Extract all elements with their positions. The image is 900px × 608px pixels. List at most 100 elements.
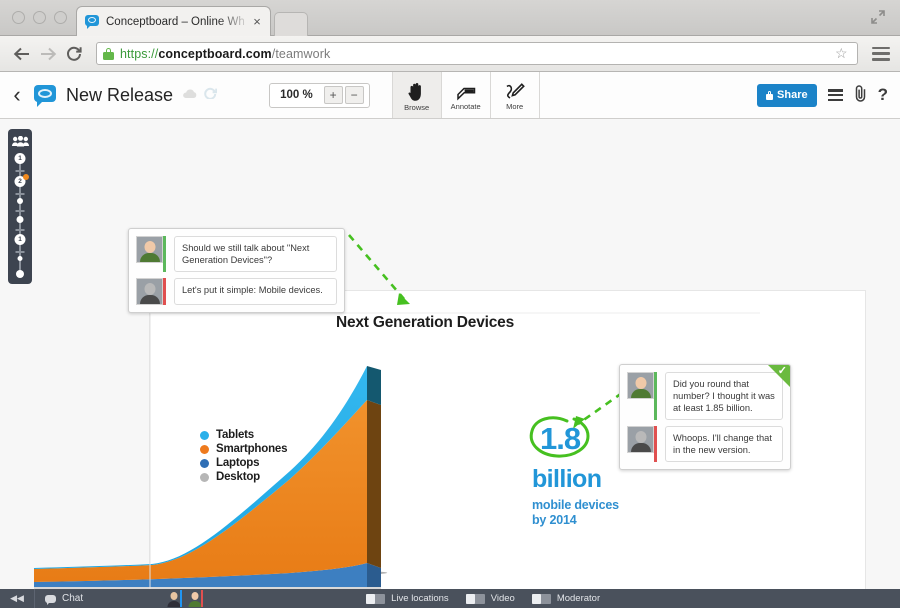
- bottom-status-bar: ◀◀ Chat Live locations Video Moderator: [0, 589, 900, 608]
- online-users: [165, 590, 204, 607]
- refresh-board-icon[interactable]: [203, 86, 218, 104]
- forward-icon[interactable]: [36, 42, 60, 66]
- tool-browse[interactable]: Browse: [392, 72, 442, 118]
- tool-annotate[interactable]: Annotate: [442, 72, 491, 118]
- timeline-node-5[interactable]: 1: [14, 234, 26, 245]
- avatar: [136, 236, 163, 263]
- legend-label-desktop: Desktop: [216, 471, 260, 483]
- attachment-icon[interactable]: [854, 84, 867, 107]
- legend-item-tablets: Tablets: [200, 429, 287, 441]
- new-tab-button[interactable]: [274, 12, 308, 36]
- timeline-node-6[interactable]: [17, 256, 23, 261]
- browser-tab-strip: Conceptboard – Online Wh ×: [0, 0, 900, 36]
- collapse-panel-icon[interactable]: ◀◀: [0, 593, 34, 604]
- avatar: [627, 426, 654, 453]
- timeline-tick: [15, 251, 25, 253]
- comment-card-1[interactable]: Should we still talk about "Next Generat…: [128, 228, 345, 313]
- window-controls: [12, 11, 67, 24]
- toggle-switch[interactable]: [366, 593, 386, 604]
- board-list-icon[interactable]: [827, 89, 843, 101]
- tool-browse-label: Browse: [404, 102, 430, 112]
- author-color-bar: [654, 426, 657, 462]
- fullscreen-icon[interactable]: [870, 9, 886, 25]
- timeline-node-1[interactable]: 1: [14, 153, 26, 164]
- toggle-video[interactable]: Video: [465, 593, 515, 604]
- browser-menu-icon[interactable]: [872, 46, 890, 61]
- legend-swatch-smartphones: [200, 444, 209, 454]
- timeline-node-3[interactable]: [17, 198, 23, 204]
- url-host: conceptboard.com: [158, 46, 272, 61]
- address-bar[interactable]: https://conceptboard.com/teamwork ☆: [96, 42, 858, 65]
- legend-label-laptops: Laptops: [216, 457, 260, 469]
- people-icon[interactable]: [8, 134, 32, 152]
- tool-more[interactable]: More: [491, 72, 540, 118]
- avatar[interactable]: [186, 590, 204, 607]
- timeline-tick: [15, 193, 25, 195]
- participants-timeline-rail[interactable]: 1 2 1: [8, 129, 32, 284]
- author-color-bar: [163, 278, 166, 305]
- stat-subtitle-line1: mobile devices: [532, 498, 619, 512]
- board-canvas[interactable]: Next Generation Devices Tablets Smartpho…: [0, 119, 900, 589]
- ssl-lock-icon: [103, 47, 114, 60]
- comment-text: Whoops. I'll change that in the new vers…: [665, 426, 783, 462]
- toggle-video-label: Video: [490, 593, 515, 604]
- comment-text: Should we still talk about "Next Generat…: [174, 236, 337, 272]
- toggle-switch[interactable]: [465, 593, 485, 604]
- minimize-window-button[interactable]: [33, 11, 46, 24]
- avatar[interactable]: [165, 590, 183, 607]
- back-to-boards-button[interactable]: ‹: [0, 72, 34, 118]
- legend-label-smartphones: Smartphones: [216, 443, 288, 455]
- legend-swatch-laptops: [200, 458, 209, 468]
- legend-swatch-desktop: [200, 472, 209, 482]
- avatar: [136, 278, 163, 305]
- url-scheme: https://: [120, 46, 159, 61]
- legend-label-tablets: Tablets: [216, 429, 255, 441]
- share-button[interactable]: Share: [757, 83, 817, 107]
- share-lock-icon: [766, 90, 774, 100]
- toggle-live-locations-label: Live locations: [391, 593, 449, 604]
- author-color-bar: [654, 372, 657, 420]
- board-title[interactable]: New Release: [66, 85, 173, 106]
- timeline-tick: [15, 210, 25, 212]
- reload-icon[interactable]: [62, 42, 86, 66]
- comment-text: Let's put it simple: Mobile devices.: [174, 278, 337, 305]
- toggle-moderator[interactable]: Moderator: [531, 593, 601, 604]
- resolved-check-icon: ✓: [777, 365, 787, 377]
- comment-item[interactable]: Did you round that number? I thought it …: [627, 372, 783, 420]
- browser-tab-title: Conceptboard – Online Wh: [106, 15, 245, 28]
- browser-tab[interactable]: Conceptboard – Online Wh ×: [76, 6, 271, 36]
- chat-button[interactable]: Chat: [34, 589, 93, 608]
- zoom-out-button[interactable]: −: [344, 86, 364, 104]
- toggle-switch[interactable]: [531, 593, 551, 604]
- comment-item[interactable]: Whoops. I'll change that in the new vers…: [627, 426, 783, 462]
- stat-subtitle: mobile devices by 2014: [532, 498, 657, 528]
- back-icon[interactable]: [10, 42, 34, 66]
- maximize-window-button[interactable]: [54, 11, 67, 24]
- author-color-bar: [163, 236, 166, 272]
- help-button[interactable]: ?: [878, 85, 888, 105]
- close-tab-button[interactable]: ×: [250, 15, 264, 28]
- toggle-live-locations[interactable]: Live locations: [366, 593, 449, 604]
- comment-item[interactable]: Should we still talk about "Next Generat…: [136, 236, 337, 272]
- comment-item[interactable]: Let's put it simple: Mobile devices.: [136, 278, 337, 305]
- timeline-node-4[interactable]: [16, 216, 24, 223]
- app-toolbar: ‹ New Release 100 % + − Browse Annotate …: [0, 72, 900, 119]
- url-path: /teamwork: [271, 46, 331, 61]
- browser-navigation-bar: https://conceptboard.com/teamwork ☆: [0, 36, 900, 72]
- legend-item-desktop: Desktop: [200, 471, 287, 483]
- url-text: https://conceptboard.com/teamwork: [120, 47, 330, 61]
- toggle-moderator-label: Moderator: [556, 593, 601, 604]
- stat-subtitle-line2: by 2014: [532, 513, 577, 527]
- timeline-node-7[interactable]: [16, 270, 24, 278]
- close-window-button[interactable]: [12, 11, 25, 24]
- share-button-label: Share: [777, 89, 808, 101]
- bottom-toggles: Live locations Video Moderator: [366, 593, 600, 604]
- toolbar-right-group: Share ?: [757, 72, 900, 118]
- bookmark-star-icon[interactable]: ☆: [835, 45, 851, 62]
- comment-card-2[interactable]: ✓ Did you round that number? I thought i…: [619, 364, 791, 470]
- timeline-tick: [15, 170, 25, 172]
- chat-label: Chat: [62, 593, 84, 604]
- zoom-in-button[interactable]: +: [323, 86, 343, 104]
- chart-legend: Tablets Smartphones Laptops Desktop: [200, 429, 287, 485]
- zoom-control: 100 % + −: [269, 82, 370, 108]
